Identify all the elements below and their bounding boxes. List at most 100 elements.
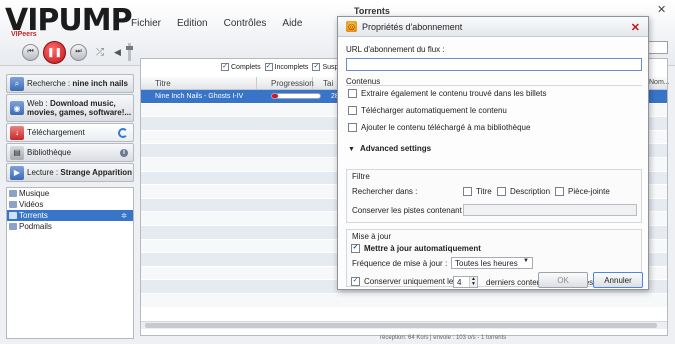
nav-search-value: nine inch nails (72, 79, 128, 88)
filter-label: Complets (231, 63, 261, 71)
nav-search-prefix: Recherche : (27, 79, 73, 88)
play-icon: ▶ (10, 165, 24, 180)
auto-update-option[interactable]: ✓ Mettre à jour automatiquement (351, 244, 481, 253)
checkbox[interactable]: ✓ (351, 277, 360, 286)
category-label: Vidéos (19, 200, 44, 209)
divider (346, 85, 642, 86)
previous-icon[interactable]: ⏮ (22, 43, 39, 61)
subscription-dialog: ◎ Propriétés d'abonnement ✕ URL d'abonne… (337, 16, 649, 290)
cancel-button[interactable]: Annuler (593, 272, 643, 288)
nav-list: ⌕ Recherche : nine inch nails ◉ Web : Do… (6, 74, 134, 182)
scrollbar-thumb[interactable] (145, 323, 657, 328)
keep-count-value: 4 (457, 277, 462, 287)
opt-extract[interactable]: Extraire également le contenu trouvé dan… (348, 89, 546, 98)
download-icon: ↓ (10, 125, 24, 140)
checkbox[interactable]: ✓ (351, 244, 360, 253)
nav-playing-prefix: Lecture : (27, 168, 61, 177)
pause-icon[interactable]: ❚❚ (43, 40, 66, 64)
field-label: Pièce-jointe (568, 187, 610, 196)
keep-tracks-input[interactable] (463, 204, 637, 216)
progress-fill (272, 94, 278, 99)
volume-icon[interactable]: ◀ (114, 47, 121, 58)
category-musique[interactable]: Musique (7, 188, 133, 199)
filter-incomplets[interactable]: ✓ Incomplets (264, 63, 309, 71)
url-label: URL d'abonnement du flux : (346, 45, 445, 54)
window-title: Torrents (354, 6, 390, 16)
collapse-arrow-icon: ▼ (348, 146, 355, 153)
torrent-icon (9, 212, 17, 219)
dialog-titlebar: ◎ Propriétés d'abonnement ✕ (338, 17, 648, 37)
player-controls: ⏮ ❚❚ ⏭ ⤮ ◀ (22, 40, 133, 64)
chevron-down-icon: ▼ (523, 258, 529, 264)
frequency-label: Fréquence de mise à jour : (352, 259, 448, 268)
menu-aide[interactable]: Aide (282, 18, 302, 29)
nav-web[interactable]: ◉ Web : Download music, movies, games, so… (6, 94, 134, 122)
filter-label: Incomplets (274, 63, 309, 71)
checkbox[interactable] (497, 187, 506, 196)
menu-fichier[interactable]: Fichier (131, 18, 161, 29)
ok-button[interactable]: OK (538, 272, 588, 288)
category-torrents[interactable]: Torrents ✲ (7, 210, 133, 221)
category-list: Musique Vidéos Torrents ✲ Podmails (6, 187, 134, 339)
nav-web-prefix: Web : (27, 99, 50, 108)
nav-web-label: Web : Download music, movies, games, soft… (27, 99, 131, 117)
col-title[interactable]: Titre (141, 77, 257, 89)
next-icon[interactable]: ⏭ (70, 43, 87, 61)
nav-download[interactable]: ↓ Téléchargement (6, 123, 134, 142)
stepper-arrows-icon[interactable]: ▲ ▼ (469, 277, 477, 287)
opt-autodownload[interactable]: Télécharger automatiquement le contenu (348, 106, 507, 115)
checkbox[interactable] (348, 89, 357, 98)
nav-download-label: Téléchargement (27, 128, 85, 137)
nav-library[interactable]: ▤ Bibliothèque i (6, 143, 134, 162)
opt-label: Extraire également le contenu trouvé dan… (361, 89, 547, 98)
info-icon[interactable]: i (120, 148, 128, 157)
field-description[interactable]: Description (497, 187, 550, 196)
menu-controles[interactable]: Contrôles (224, 18, 267, 29)
category-videos[interactable]: Vidéos (7, 199, 133, 210)
opt-label: Télécharger automatiquement le contenu (361, 106, 507, 115)
opt-add-library[interactable]: Ajouter le contenu téléchargé à ma bibli… (348, 123, 530, 132)
field-titre[interactable]: Titre (463, 187, 492, 196)
filter-complets[interactable]: ✓ Complets (221, 63, 261, 71)
logo-subtitle: VIPeers (11, 31, 37, 38)
window-close-icon[interactable]: ✕ (657, 3, 666, 16)
checkbox[interactable] (555, 187, 564, 196)
search-input[interactable] (648, 41, 668, 54)
nav-web-value-2: movies, games, software!... (27, 108, 132, 117)
nav-playing-value: Strange Apparition (60, 168, 133, 177)
field-piece-jointe[interactable]: Pièce-jointe (555, 187, 610, 196)
podmail-icon (9, 223, 17, 230)
nav-search[interactable]: ⌕ Recherche : nine inch nails (6, 74, 134, 93)
frequency-select[interactable]: Toutes les heures ▼ (451, 257, 533, 269)
checkbox[interactable] (348, 106, 357, 115)
checkbox[interactable] (463, 187, 472, 196)
col-name[interactable]: Nom... (649, 79, 670, 86)
keep-count-stepper[interactable]: 4 ▲ ▼ (453, 276, 478, 288)
left-panel: ⌕ Recherche : nine inch nails ◉ Web : Do… (6, 74, 134, 339)
checkbox[interactable]: ✓ (312, 63, 321, 71)
checkbox[interactable]: ✓ (264, 63, 273, 71)
advanced-label: Advanced settings (359, 144, 432, 153)
refresh-icon[interactable] (118, 127, 128, 138)
url-input[interactable] (346, 58, 642, 71)
settings-icon[interactable]: ✲ (121, 212, 127, 220)
nav-playing-label: Lecture : Strange Apparition (27, 168, 132, 177)
mise-a-jour-title: Mise à jour (352, 232, 392, 241)
volume-knob[interactable] (125, 46, 133, 50)
close-icon[interactable]: ✕ (631, 21, 640, 34)
keep-only-option[interactable]: ✓ Conserver uniquement les (351, 277, 457, 286)
filtre-group: Filtre Rechercher dans : Titre Descripti… (346, 169, 642, 223)
checkbox[interactable] (348, 123, 357, 132)
filtre-title: Filtre (352, 172, 370, 181)
checkbox[interactable]: ✓ (221, 63, 229, 71)
nav-playing[interactable]: ▶ Lecture : Strange Apparition (6, 163, 134, 182)
advanced-toggle[interactable]: ▼ Advanced settings (348, 144, 431, 153)
shuffle-icon[interactable]: ⤮ (96, 47, 104, 58)
horizontal-scrollbar[interactable] (141, 321, 667, 329)
category-podmails[interactable]: Podmails (7, 221, 133, 232)
volume-slider[interactable] (125, 43, 133, 61)
menu-edition[interactable]: Edition (177, 18, 208, 29)
nav-search-label: Recherche : nine inch nails (27, 79, 128, 88)
row-title: Nine Inch Nails - Ghosts I-IV (155, 92, 244, 100)
col-progress[interactable]: Progression (257, 77, 314, 89)
